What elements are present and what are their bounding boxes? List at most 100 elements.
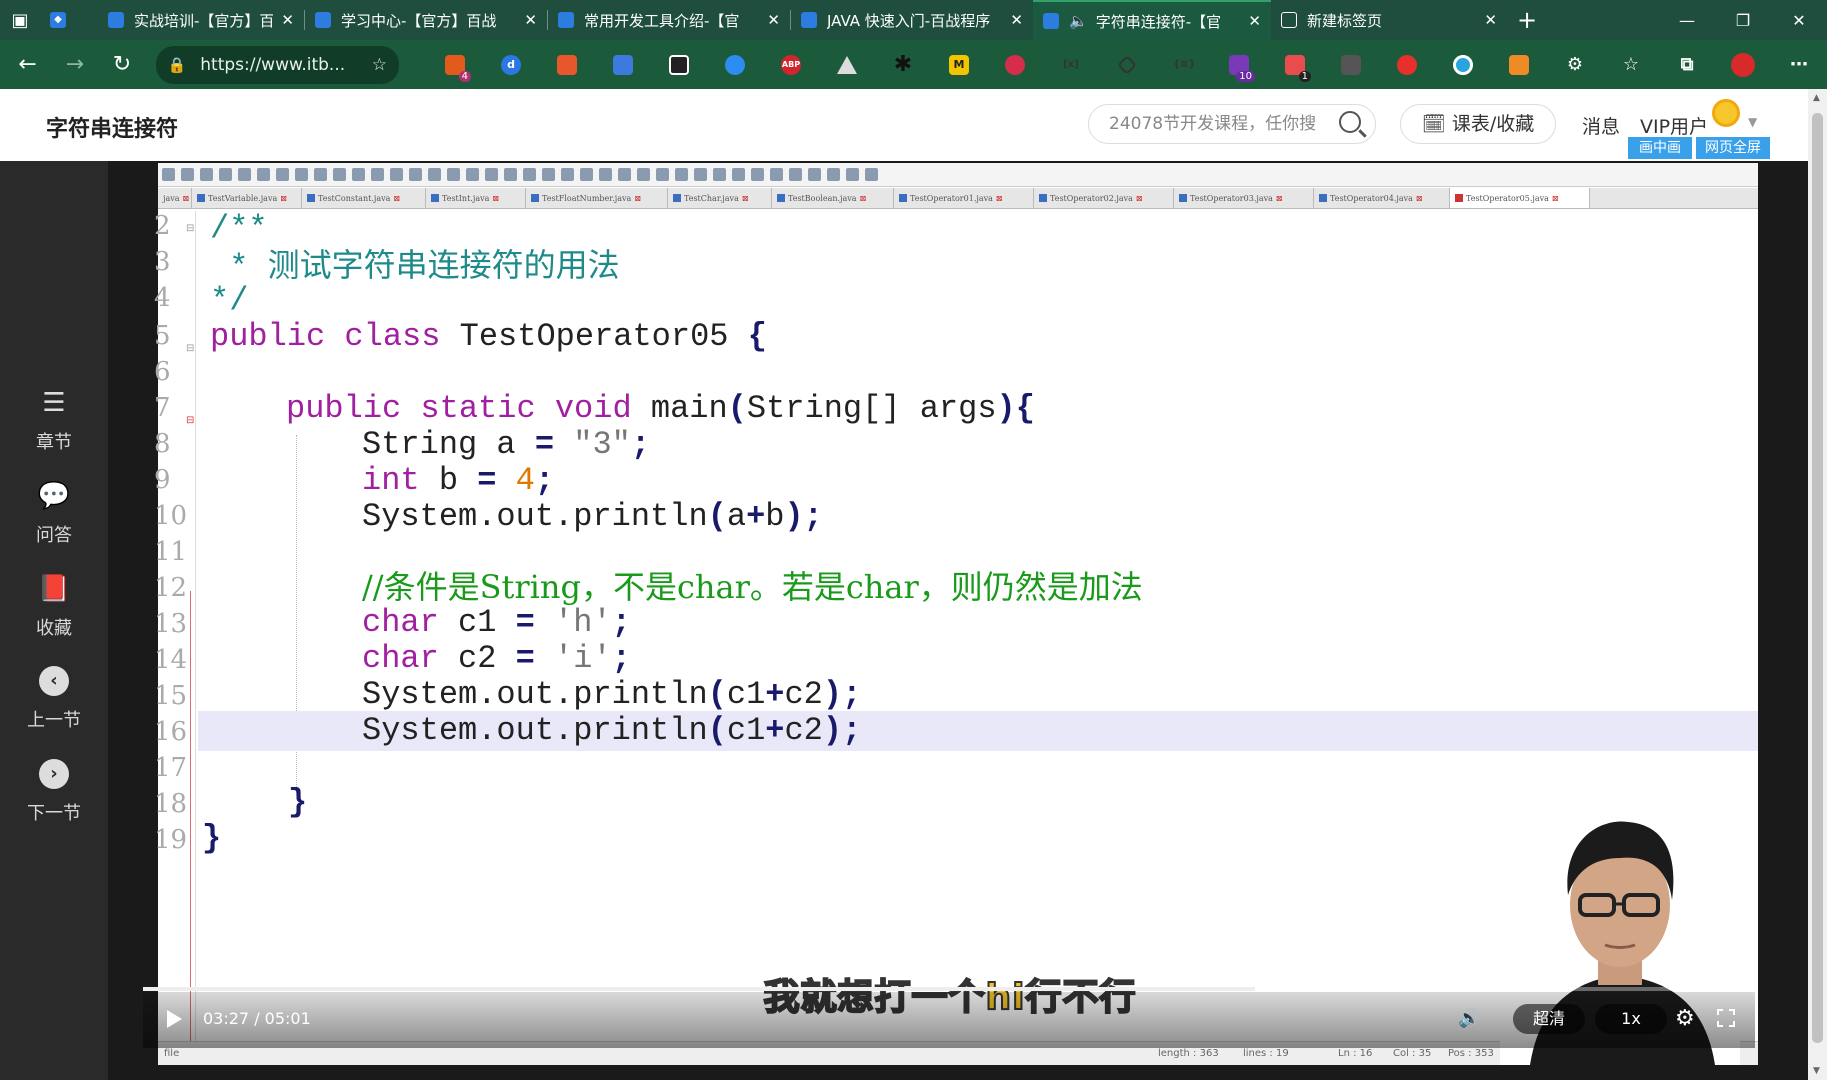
chevron-down-icon[interactable]: ▼	[1748, 115, 1757, 129]
back-icon[interactable]: ←	[8, 45, 47, 85]
line-number: 16	[154, 717, 188, 747]
collections-icon[interactable]: ⧉	[1659, 45, 1715, 85]
file-tab: TestFloatNumber.java ⊠	[526, 188, 668, 208]
extension-18-icon[interactable]	[1379, 45, 1435, 85]
favorites-icon[interactable]: ☆	[1603, 45, 1659, 85]
extension-3-icon[interactable]	[539, 45, 595, 85]
time-display: 03:27 / 05:01	[203, 1009, 311, 1028]
close-icon[interactable]: ✕	[1010, 11, 1023, 29]
fullscreen-icon[interactable]	[1717, 1009, 1735, 1027]
code-line: public class TestOperator05 {	[210, 318, 767, 355]
adblock-icon[interactable]: ABP	[763, 45, 819, 85]
tab-2[interactable]: 学习中心-【官方】百战 ✕	[305, 0, 547, 40]
extension-19-icon[interactable]	[1435, 45, 1491, 85]
extension-4-icon[interactable]	[595, 45, 651, 85]
extension-1-icon[interactable]: 4	[427, 45, 483, 85]
file-tab: TestConstant.java ⊠	[302, 188, 426, 208]
speed-button[interactable]: 1x	[1595, 1004, 1667, 1034]
site-icon	[801, 12, 817, 28]
sidebar-item-label: 问答	[36, 525, 72, 546]
video-progress-bar[interactable]	[143, 987, 1755, 991]
chevron-right-icon: ›	[39, 759, 69, 789]
extension-16-icon[interactable]: 1	[1267, 45, 1323, 85]
minimize-icon[interactable]: —	[1659, 0, 1715, 40]
restore-icon[interactable]: ❐	[1715, 0, 1771, 40]
extension-2-icon[interactable]: d	[483, 45, 539, 85]
more-menu-icon[interactable]: ⋯	[1771, 45, 1827, 85]
code-line: System.out.println(a+b);	[362, 498, 823, 535]
new-tab-button[interactable]: +	[1507, 0, 1547, 40]
speaker-icon[interactable]: 🔈	[1069, 12, 1088, 30]
page-fullscreen-button[interactable]: 网页全屏	[1696, 137, 1770, 159]
code-line: public static void main(String[] args){	[286, 390, 1035, 427]
extension-15-icon[interactable]: 10	[1211, 45, 1267, 85]
fold-marker-icon: ⊟	[186, 415, 195, 426]
close-icon[interactable]: ✕	[1248, 12, 1261, 30]
close-window-icon[interactable]: ✕	[1771, 0, 1827, 40]
window-menu-icon[interactable]: ▣	[0, 0, 40, 40]
sidebar-item-next[interactable]: › 下一节	[0, 759, 108, 825]
profile-avatar[interactable]	[1715, 45, 1771, 85]
close-icon[interactable]: ✕	[524, 11, 537, 29]
messages-link[interactable]: 消息	[1582, 112, 1620, 139]
extensions-puzzle-icon[interactable]: ⚙	[1547, 45, 1603, 85]
tab-title: 常用开发工具介绍-【官	[584, 11, 740, 30]
lock-icon: 🔒	[167, 55, 187, 74]
site-icon	[558, 12, 574, 28]
line-number: 15	[154, 681, 188, 711]
quality-button[interactable]: 超清	[1513, 1004, 1585, 1034]
editor-toolbar	[158, 163, 1758, 187]
scroll-up-icon[interactable]: ▲	[1813, 93, 1820, 103]
reload-icon[interactable]: ↻	[102, 45, 141, 85]
status-text: Ln : 16	[1338, 1048, 1373, 1059]
search-input[interactable]: 24078节开发课程，任你搜	[1088, 104, 1376, 144]
camera-icon[interactable]	[1323, 45, 1379, 85]
tab-6[interactable]: 新建标签页 ✕	[1271, 0, 1507, 40]
courses-favorites-button[interactable]: 🗓 课表/收藏	[1400, 104, 1556, 144]
browser-tab-bar: ▣ ◆ 实战培训-【官方】百战 ✕ 学习中心-【官方】百战 ✕ 常用开发工具介绍-【…	[0, 0, 1827, 40]
sidebar-item-chapters[interactable]: ☰ 章节	[0, 386, 108, 454]
tab-5-active[interactable]: 🔈 字符串连接符-【官 ✕	[1033, 0, 1271, 40]
extension-14-icon[interactable]: {≡}	[1155, 45, 1211, 85]
extension-12-icon[interactable]: [x]	[1043, 45, 1099, 85]
extension-5-icon[interactable]	[651, 45, 707, 85]
url-text[interactable]: https://www.itb...	[200, 55, 345, 75]
page-title: 字符串连接符	[46, 117, 179, 142]
extension-11-icon[interactable]	[987, 45, 1043, 85]
status-text: lines : 19	[1243, 1048, 1289, 1059]
window-controls: — ❐ ✕	[1659, 0, 1827, 40]
volume-icon[interactable]: 🔊	[1458, 1008, 1480, 1029]
scrollbar-thumb[interactable]	[1812, 113, 1823, 1043]
picture-in-picture-button[interactable]: 画中画	[1628, 137, 1692, 159]
forward-icon[interactable]: →	[55, 45, 94, 85]
tab-1[interactable]: 实战培训-【官方】百战 ✕	[98, 0, 304, 40]
extension-10-icon[interactable]: M	[931, 45, 987, 85]
tab-4[interactable]: JAVA 快速入门-百战程序 ✕	[791, 0, 1033, 40]
scroll-down-icon[interactable]: ▼	[1813, 1066, 1820, 1076]
extension-9-icon[interactable]: ✱	[875, 45, 931, 85]
page-scrollbar[interactable]: ▲ ▼	[1808, 89, 1827, 1080]
sidebar-item-qa[interactable]: 💬 问答	[0, 479, 108, 547]
pinned-tab[interactable]: ◆	[40, 0, 98, 40]
tab-title: 实战培训-【官方】百战	[134, 11, 274, 30]
tab-3[interactable]: 常用开发工具介绍-【官 ✕	[548, 0, 790, 40]
close-icon[interactable]: ✕	[767, 11, 780, 29]
play-icon[interactable]	[167, 1010, 182, 1028]
sidebar-item-label: 下一节	[27, 803, 81, 824]
close-icon[interactable]: ✕	[281, 11, 294, 29]
extension-6-icon[interactable]	[707, 45, 763, 85]
sidebar-item-previous[interactable]: ‹ 上一节	[0, 666, 108, 732]
extension-13-icon[interactable]	[1099, 45, 1155, 85]
url-box[interactable]: 🔒 https://www.itb... ☆	[155, 45, 399, 84]
code-line: char c1 = 'h';	[362, 604, 631, 641]
vip-user-link[interactable]: VIP用户	[1640, 112, 1708, 139]
code-line: /**	[210, 210, 268, 247]
settings-gear-icon[interactable]: ⚙	[1675, 1006, 1695, 1031]
favorite-star-icon[interactable]: ☆	[372, 55, 387, 75]
sidebar-item-favorites[interactable]: 📕 收藏	[0, 572, 108, 640]
close-icon[interactable]: ✕	[1484, 11, 1497, 29]
line-number: 11	[154, 537, 188, 567]
metamask-icon[interactable]	[1491, 45, 1547, 85]
search-icon[interactable]	[1339, 111, 1361, 133]
extension-8-icon[interactable]	[819, 45, 875, 85]
